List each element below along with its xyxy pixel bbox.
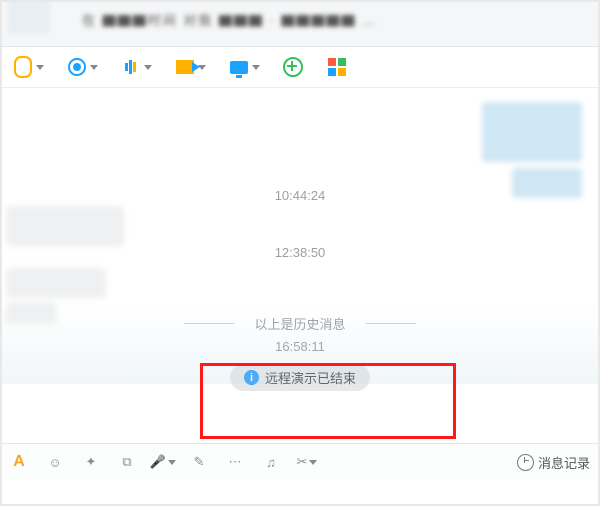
share-button[interactable]	[174, 56, 206, 78]
message-bubble[interactable]	[482, 102, 582, 162]
add-app-button[interactable]	[282, 56, 304, 78]
voice-call-button[interactable]	[12, 56, 44, 78]
message-record-label: 消息记录	[538, 453, 590, 472]
message-bubble[interactable]	[6, 206, 124, 246]
scissors-icon[interactable]: ✂	[298, 453, 316, 471]
chevron-down-icon	[144, 65, 152, 70]
editor-toolbar: A ☺ ✦ ⧉ 🎤 ✎ ⋯ ♫ ✂ 消息记录	[2, 443, 598, 480]
chevron-down-icon	[252, 65, 260, 70]
share-icon	[174, 56, 196, 78]
chevron-down-icon	[90, 65, 98, 70]
timestamp: 16:58:11	[2, 339, 598, 354]
voice-icon	[12, 56, 34, 78]
header: 在 ▇▇▇时间 对我 ▇▇▇ · ▇▇▇▇▇ …	[2, 2, 598, 47]
more-icon[interactable]: ⋯	[226, 453, 244, 471]
call-toolbar	[2, 47, 598, 88]
font-icon[interactable]: A	[10, 453, 28, 471]
chevron-down-icon	[36, 65, 44, 70]
magic-icon[interactable]: ✦	[82, 453, 100, 471]
message-bubble[interactable]	[6, 302, 56, 324]
chat-pane: 10:44:24 12:38:50 以上是历史消息 16:58:11 i 远程演…	[2, 88, 598, 444]
message-record-button[interactable]: 消息记录	[517, 453, 590, 472]
voice-input-icon[interactable]: 🎤	[154, 453, 172, 471]
system-notice-pill: i 远程演示已结束	[230, 364, 370, 391]
image-icon[interactable]: ✎	[190, 453, 208, 471]
outgoing-messages	[6, 206, 124, 246]
remote-desktop-button[interactable]	[228, 56, 260, 78]
remote-desktop-icon	[228, 56, 250, 78]
outgoing-messages	[6, 268, 106, 324]
video-call-button[interactable]	[66, 56, 98, 78]
incoming-messages	[482, 102, 592, 198]
apps-grid-button[interactable]	[326, 56, 348, 78]
history-icon	[517, 454, 534, 471]
emoji-icon[interactable]: ☺	[46, 453, 64, 471]
info-icon: i	[244, 370, 259, 385]
message-bubble[interactable]	[512, 168, 582, 198]
timestamp: 12:38:50	[2, 245, 598, 260]
header-status-text: 在 ▇▇▇时间 对我 ▇▇▇ · ▇▇▇▇▇ …	[82, 10, 588, 34]
stats-icon	[120, 56, 142, 78]
system-notice-text: 远程演示已结束	[265, 368, 356, 387]
contact-avatar[interactable]	[8, 0, 50, 34]
chat-window: 在 ▇▇▇时间 对我 ▇▇▇ · ▇▇▇▇▇ …	[0, 0, 600, 506]
music-icon[interactable]: ♫	[262, 453, 280, 471]
video-icon	[66, 56, 88, 78]
add-app-icon	[282, 56, 304, 78]
stats-button[interactable]	[120, 56, 152, 78]
screenshot-icon[interactable]: ⧉	[118, 453, 136, 471]
editor-area[interactable]	[2, 480, 598, 504]
apps-grid-icon	[326, 56, 348, 78]
message-bubble[interactable]	[6, 268, 106, 298]
